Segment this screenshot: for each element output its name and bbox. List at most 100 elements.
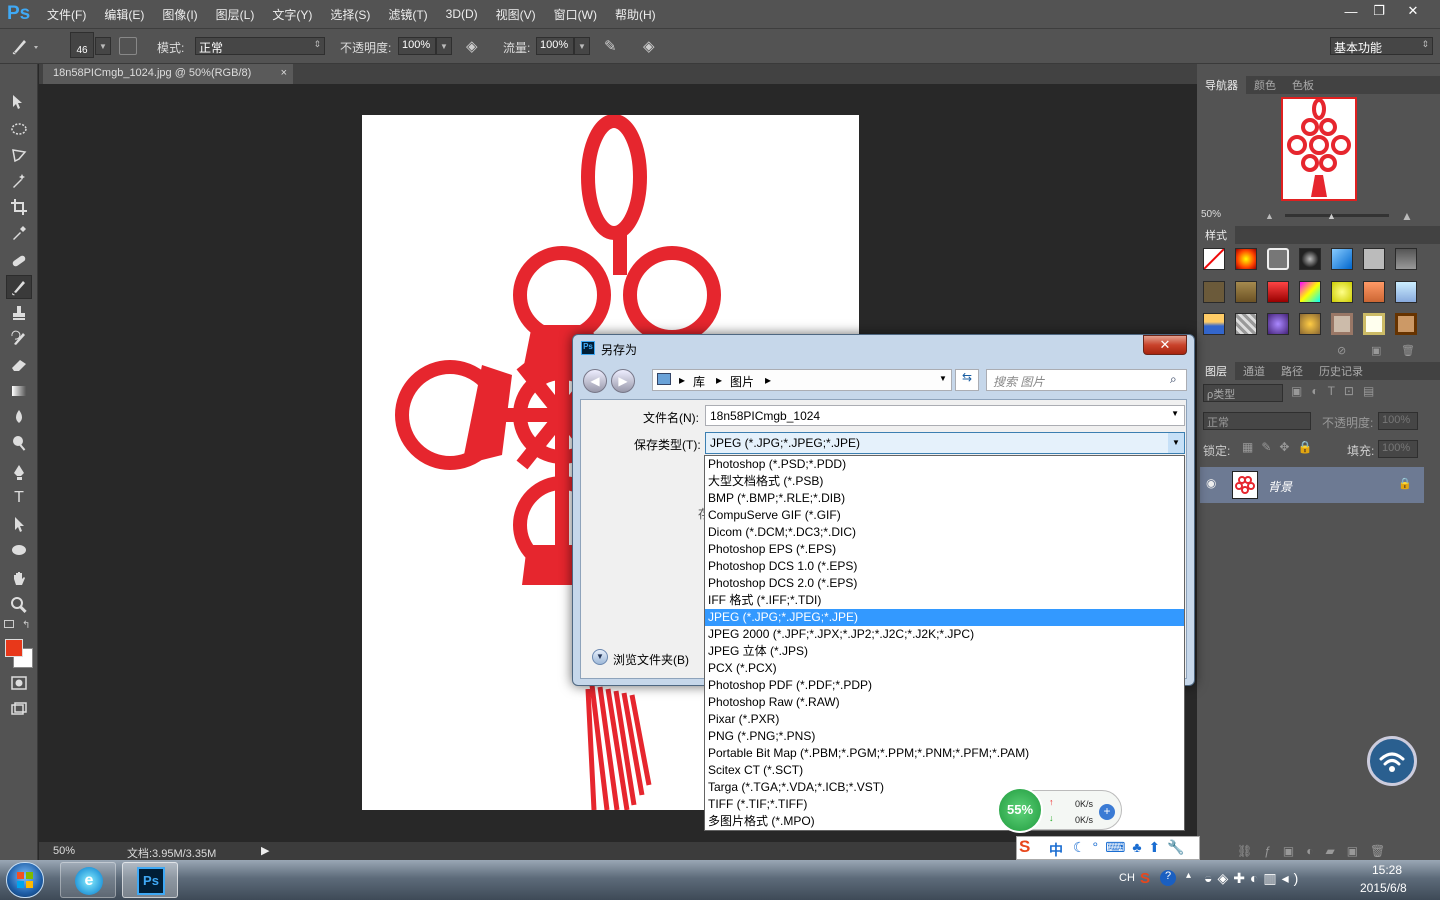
tray-expand-icon[interactable]: ▴ [1186, 870, 1191, 881]
language-indicator[interactable]: CH [1119, 872, 1135, 884]
style-swatch[interactable] [1203, 313, 1225, 336]
navigator-thumbnail[interactable] [1281, 97, 1357, 201]
tray-sogou-icon[interactable]: S [1140, 870, 1150, 887]
menu-help[interactable]: 帮助(H) [606, 6, 665, 23]
brush-tool-icon[interactable] [6, 275, 32, 299]
clock-time[interactable]: 15:28 [1372, 863, 1402, 877]
menu-3d[interactable]: 3D(D) [437, 7, 487, 21]
ime-tool-icons[interactable]: ☾°⌨♣⬆🔧 [1073, 839, 1192, 856]
search-icon[interactable]: ⌕ [1170, 372, 1177, 387]
style-swatch[interactable] [1331, 313, 1353, 336]
accelerate-plus-icon[interactable]: + [1099, 804, 1115, 820]
new-style-icon[interactable]: ▣ [1371, 344, 1381, 357]
style-none[interactable] [1203, 248, 1225, 270]
menu-filter[interactable]: 滤镜(T) [379, 6, 436, 23]
close-tab-icon[interactable]: × [281, 67, 287, 79]
layer-filter-icons[interactable]: ▣◐T⊡▤ [1291, 384, 1383, 398]
swap-colors-icon[interactable]: ↰ [22, 620, 30, 631]
tab-paths[interactable]: 路径 [1273, 363, 1311, 379]
save-type-option[interactable]: Dicom (*.DCM;*.DC3;*.DIC) [705, 524, 1184, 541]
menu-image[interactable]: 图像(I) [153, 6, 206, 23]
layer-kind-filter[interactable]: ρ类型 [1203, 384, 1283, 402]
style-swatch[interactable] [1299, 248, 1321, 270]
screen-mode-icon[interactable] [6, 697, 32, 721]
clear-style-icon[interactable]: ⊘ [1337, 344, 1346, 357]
default-colors-icon[interactable] [4, 620, 14, 628]
tab-history[interactable]: 历史记录 [1311, 363, 1371, 379]
delete-style-icon[interactable]: 🗑 [1401, 344, 1415, 357]
zoom-out-icon[interactable]: ▲ [1265, 211, 1274, 221]
address-dropdown-icon[interactable]: ▼ [939, 374, 947, 383]
save-type-option[interactable]: PNG (*.PNG;*.PNS) [705, 728, 1184, 745]
tab-navigator[interactable]: 导航器 [1197, 76, 1246, 94]
tab-swatches[interactable]: 色板 [1284, 77, 1322, 93]
tab-channels[interactable]: 通道 [1235, 363, 1273, 379]
pen-tool-icon[interactable] [6, 460, 32, 484]
save-type-option[interactable]: Photoshop DCS 2.0 (*.EPS) [705, 575, 1184, 592]
path-selection-tool-icon[interactable] [6, 512, 32, 536]
lasso-tool-icon[interactable] [6, 143, 32, 167]
gradient-tool-icon[interactable] [6, 379, 32, 403]
menu-window[interactable]: 窗口(W) [545, 6, 606, 23]
menu-file[interactable]: 文件(F) [38, 6, 95, 23]
airbrush-icon[interactable]: ✎ [604, 37, 617, 55]
taskbar-browser-app[interactable]: e [60, 862, 116, 898]
save-type-option[interactable]: Photoshop EPS (*.EPS) [705, 541, 1184, 558]
tab-layers[interactable]: 图层 [1197, 362, 1235, 380]
style-swatch[interactable] [1395, 280, 1417, 303]
style-swatch[interactable] [1395, 248, 1417, 270]
address-bar[interactable]: ▸ 库 ▸ 图片 ▸ ▼ [652, 369, 952, 391]
breadcrumb-pictures[interactable]: 图片 [730, 373, 754, 390]
save-type-option[interactable]: CompuServe GIF (*.GIF) [705, 507, 1184, 524]
save-type-option[interactable]: JPEG 立体 (*.JPS) [705, 643, 1184, 660]
dialog-close-button[interactable]: ✕ [1143, 335, 1187, 355]
layer-opacity-input[interactable]: 100% [1378, 412, 1418, 430]
taskbar-photoshop-app[interactable]: Ps [122, 862, 178, 898]
document-tab[interactable]: 18n58PICmgb_1024.jpg @ 50%(RGB/8) × [43, 64, 293, 84]
ime-language[interactable]: 中 [1049, 840, 1063, 860]
close-window-button[interactable]: ✕ [1396, 0, 1430, 22]
save-type-option[interactable]: Photoshop Raw (*.RAW) [705, 694, 1184, 711]
mode-select[interactable]: 正常 ⇕ [195, 37, 325, 55]
zoom-tool-icon[interactable] [6, 593, 32, 617]
ellipse-tool-icon[interactable] [6, 538, 32, 562]
tray-help-icon[interactable]: ? [1160, 870, 1176, 886]
dodge-tool-icon[interactable] [6, 431, 32, 455]
opacity-input[interactable]: 100% [398, 37, 436, 55]
save-type-option[interactable]: Photoshop PDF (*.PDF;*.PDP) [705, 677, 1184, 694]
zoom-in-icon[interactable]: ▲ [1401, 209, 1413, 223]
save-type-option[interactable]: Pixar (*.PXR) [705, 711, 1184, 728]
tab-color[interactable]: 颜色 [1246, 77, 1284, 93]
brush-size-dropdown[interactable]: ▼ [95, 37, 111, 55]
style-swatch[interactable] [1235, 248, 1257, 270]
eraser-tool-icon[interactable] [6, 353, 32, 377]
brush-size-picker[interactable]: 46 [70, 32, 94, 58]
save-type-option[interactable]: PCX (*.PCX) [705, 660, 1184, 677]
save-type-option[interactable]: Photoshop (*.PSD;*.PDD) [705, 456, 1184, 473]
crop-tool-icon[interactable] [6, 195, 32, 219]
pressure-opacity-icon[interactable]: ◈ [466, 37, 478, 55]
tray-icons[interactable]: ◒◈✚◐▥◂) [1204, 870, 1303, 887]
layer-bottom-actions[interactable]: ⛓ƒ▣◐▰▣🗑 [1237, 844, 1397, 858]
type-tool-icon[interactable]: T [6, 486, 32, 510]
history-brush-tool-icon[interactable] [6, 327, 32, 351]
style-swatch[interactable] [1363, 280, 1385, 303]
blur-tool-icon[interactable] [6, 405, 32, 429]
foreground-color-swatch[interactable] [5, 639, 23, 657]
healing-brush-tool-icon[interactable] [6, 249, 32, 273]
forward-button[interactable]: ▶ [611, 369, 635, 393]
sogou-logo-icon[interactable]: S [1019, 837, 1030, 857]
expand-folders-icon[interactable]: ▼ [592, 649, 608, 665]
zoom-level[interactable]: 50% [53, 845, 75, 857]
network-meter-widget[interactable]: 55% ↑ 0K/s ↓ 0K/s + [997, 787, 1122, 833]
magic-wand-tool-icon[interactable] [6, 169, 32, 193]
menu-type[interactable]: 文字(Y) [263, 6, 321, 23]
save-type-option[interactable]: Photoshop DCS 1.0 (*.EPS) [705, 558, 1184, 575]
style-swatch[interactable] [1363, 248, 1385, 270]
start-button[interactable] [6, 862, 44, 898]
visibility-eye-icon[interactable]: ◉ [1206, 476, 1216, 490]
style-swatch[interactable] [1267, 313, 1289, 336]
save-type-option[interactable]: BMP (*.BMP;*.RLE;*.DIB) [705, 490, 1184, 507]
menu-layer[interactable]: 图层(L) [207, 6, 264, 23]
navigator-zoom-slider-thumb[interactable]: ▲ [1327, 211, 1336, 221]
